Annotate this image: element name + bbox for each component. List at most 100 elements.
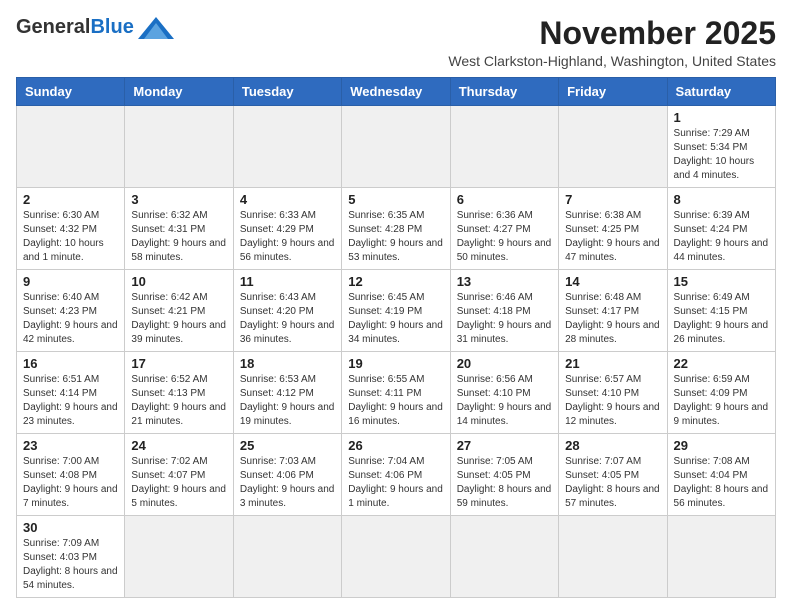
calendar-cell: 29 Sunrise: 7:08 AM Sunset: 4:04 PM Dayli… <box>667 434 775 516</box>
calendar-week-row: 1 Sunrise: 7:29 AM Sunset: 5:34 PM Daylig… <box>17 106 776 188</box>
date-number: 16 <box>23 356 118 371</box>
logo: GeneralBlue <box>16 16 174 39</box>
calendar-cell: 5 Sunrise: 6:35 AM Sunset: 4:28 PM Daylig… <box>342 188 450 270</box>
col-header-saturday: Saturday <box>667 78 775 106</box>
calendar-cell: 8 Sunrise: 6:39 AM Sunset: 4:24 PM Daylig… <box>667 188 775 270</box>
day-info: Sunrise: 7:03 AM Sunset: 4:06 PM Dayligh… <box>240 455 335 511</box>
date-number: 26 <box>348 438 443 453</box>
day-info: Sunrise: 6:51 AM Sunset: 4:14 PM Dayligh… <box>23 373 118 429</box>
day-info: Sunrise: 6:52 AM Sunset: 4:13 PM Dayligh… <box>131 373 226 429</box>
calendar-cell <box>125 516 233 598</box>
calendar-cell <box>559 516 667 598</box>
logo-blue: Blue <box>90 16 133 38</box>
col-header-tuesday: Tuesday <box>233 78 341 106</box>
day-info: Sunrise: 6:35 AM Sunset: 4:28 PM Dayligh… <box>348 209 443 265</box>
calendar-cell: 21Sunrise: 6:57 AM Sunset: 4:10 PM Dayli… <box>559 352 667 434</box>
day-info: Sunrise: 7:00 AM Sunset: 4:08 PM Dayligh… <box>23 455 118 511</box>
day-info: Sunrise: 6:48 AM Sunset: 4:17 PM Dayligh… <box>565 291 660 347</box>
col-header-friday: Friday <box>559 78 667 106</box>
day-info: Sunrise: 6:39 AM Sunset: 4:24 PM Dayligh… <box>674 209 769 265</box>
calendar-week-row: 16 Sunrise: 6:51 AM Sunset: 4:14 PM Dayli… <box>17 352 776 434</box>
calendar-cell <box>667 516 775 598</box>
location-subtitle: West Clarkston-Highland, Washington, Uni… <box>448 53 776 69</box>
date-number: 3 <box>131 192 226 207</box>
date-number: 5 <box>348 192 443 207</box>
day-info: Sunrise: 7:05 AM Sunset: 4:05 PM Dayligh… <box>457 455 552 511</box>
day-info: Sunrise: 6:43 AM Sunset: 4:20 PM Dayligh… <box>240 291 335 347</box>
calendar-cell: 25 Sunrise: 7:03 AM Sunset: 4:06 PM Dayli… <box>233 434 341 516</box>
day-info: Sunrise: 6:57 AM Sunset: 4:10 PM Dayligh… <box>565 373 660 429</box>
day-info: Sunrise: 6:59 AM Sunset: 4:09 PM Dayligh… <box>674 373 769 429</box>
date-number: 11 <box>240 274 335 289</box>
date-number: 25 <box>240 438 335 453</box>
date-number: 30 <box>23 520 118 535</box>
day-info: Sunrise: 7:02 AM Sunset: 4:07 PM Dayligh… <box>131 455 226 511</box>
day-info: Sunrise: 6:49 AM Sunset: 4:15 PM Dayligh… <box>674 291 769 347</box>
col-header-sunday: Sunday <box>17 78 125 106</box>
date-number: 13 <box>457 274 552 289</box>
date-number: 24 <box>131 438 226 453</box>
calendar-cell: 27 Sunrise: 7:05 AM Sunset: 4:05 PM Dayli… <box>450 434 558 516</box>
date-number: 27 <box>457 438 552 453</box>
calendar-cell: 2Sunrise: 6:30 AM Sunset: 4:32 PM Daylig… <box>17 188 125 270</box>
calendar-cell <box>450 106 558 188</box>
date-number: 20 <box>457 356 552 371</box>
day-info: Sunrise: 6:40 AM Sunset: 4:23 PM Dayligh… <box>23 291 118 347</box>
day-info: Sunrise: 7:29 AM Sunset: 5:34 PM Dayligh… <box>674 127 769 183</box>
calendar-header-row: SundayMondayTuesdayWednesdayThursdayFrid… <box>17 78 776 106</box>
calendar-cell <box>233 516 341 598</box>
calendar-cell: 11 Sunrise: 6:43 AM Sunset: 4:20 PM Dayli… <box>233 270 341 352</box>
date-number: 22 <box>674 356 769 371</box>
calendar-week-row: 30 Sunrise: 7:09 AM Sunset: 4:03 PM Dayli… <box>17 516 776 598</box>
date-number: 10 <box>131 274 226 289</box>
day-info: Sunrise: 7:07 AM Sunset: 4:05 PM Dayligh… <box>565 455 660 511</box>
page-header: GeneralBlue November 2025 West Clarkston… <box>16 16 776 69</box>
date-number: 18 <box>240 356 335 371</box>
day-info: Sunrise: 7:08 AM Sunset: 4:04 PM Dayligh… <box>674 455 769 511</box>
calendar-cell: 10 Sunrise: 6:42 AM Sunset: 4:21 PM Dayli… <box>125 270 233 352</box>
date-number: 2 <box>23 192 118 207</box>
calendar-cell: 14Sunrise: 6:48 AM Sunset: 4:17 PM Dayli… <box>559 270 667 352</box>
calendar-week-row: 9Sunrise: 6:40 AM Sunset: 4:23 PM Daylig… <box>17 270 776 352</box>
day-info: Sunrise: 6:55 AM Sunset: 4:11 PM Dayligh… <box>348 373 443 429</box>
date-number: 15 <box>674 274 769 289</box>
date-number: 12 <box>348 274 443 289</box>
day-info: Sunrise: 6:42 AM Sunset: 4:21 PM Dayligh… <box>131 291 226 347</box>
calendar-cell: 22 Sunrise: 6:59 AM Sunset: 4:09 PM Dayli… <box>667 352 775 434</box>
calendar-cell: 4Sunrise: 6:33 AM Sunset: 4:29 PM Daylig… <box>233 188 341 270</box>
col-header-thursday: Thursday <box>450 78 558 106</box>
date-number: 8 <box>674 192 769 207</box>
month-title: November 2025 <box>448 16 776 51</box>
date-number: 19 <box>348 356 443 371</box>
calendar-cell: 7 Sunrise: 6:38 AM Sunset: 4:25 PM Daylig… <box>559 188 667 270</box>
day-info: Sunrise: 6:33 AM Sunset: 4:29 PM Dayligh… <box>240 209 335 265</box>
calendar-cell: 15 Sunrise: 6:49 AM Sunset: 4:15 PM Dayli… <box>667 270 775 352</box>
date-number: 28 <box>565 438 660 453</box>
date-number: 1 <box>674 110 769 125</box>
calendar-table: SundayMondayTuesdayWednesdayThursdayFrid… <box>16 77 776 598</box>
calendar-cell <box>233 106 341 188</box>
col-header-monday: Monday <box>125 78 233 106</box>
calendar-cell: 12 Sunrise: 6:45 AM Sunset: 4:19 PM Dayli… <box>342 270 450 352</box>
calendar-cell: 16 Sunrise: 6:51 AM Sunset: 4:14 PM Dayli… <box>17 352 125 434</box>
date-number: 7 <box>565 192 660 207</box>
day-info: Sunrise: 6:53 AM Sunset: 4:12 PM Dayligh… <box>240 373 335 429</box>
calendar-week-row: 23 Sunrise: 7:00 AM Sunset: 4:08 PM Dayli… <box>17 434 776 516</box>
calendar-cell <box>17 106 125 188</box>
day-info: Sunrise: 6:45 AM Sunset: 4:19 PM Dayligh… <box>348 291 443 347</box>
date-number: 29 <box>674 438 769 453</box>
day-info: Sunrise: 6:56 AM Sunset: 4:10 PM Dayligh… <box>457 373 552 429</box>
calendar-week-row: 2Sunrise: 6:30 AM Sunset: 4:32 PM Daylig… <box>17 188 776 270</box>
day-info: Sunrise: 7:09 AM Sunset: 4:03 PM Dayligh… <box>23 537 118 593</box>
calendar-cell <box>125 106 233 188</box>
calendar-cell: 20 Sunrise: 6:56 AM Sunset: 4:10 PM Dayli… <box>450 352 558 434</box>
calendar-cell: 23 Sunrise: 7:00 AM Sunset: 4:08 PM Dayli… <box>17 434 125 516</box>
calendar-cell: 1 Sunrise: 7:29 AM Sunset: 5:34 PM Daylig… <box>667 106 775 188</box>
calendar-cell: 24 Sunrise: 7:02 AM Sunset: 4:07 PM Dayli… <box>125 434 233 516</box>
calendar-cell: 28 Sunrise: 7:07 AM Sunset: 4:05 PM Dayli… <box>559 434 667 516</box>
day-info: Sunrise: 6:38 AM Sunset: 4:25 PM Dayligh… <box>565 209 660 265</box>
calendar-cell: 3Sunrise: 6:32 AM Sunset: 4:31 PM Daylig… <box>125 188 233 270</box>
calendar-cell <box>450 516 558 598</box>
date-number: 23 <box>23 438 118 453</box>
calendar-cell: 30 Sunrise: 7:09 AM Sunset: 4:03 PM Dayli… <box>17 516 125 598</box>
